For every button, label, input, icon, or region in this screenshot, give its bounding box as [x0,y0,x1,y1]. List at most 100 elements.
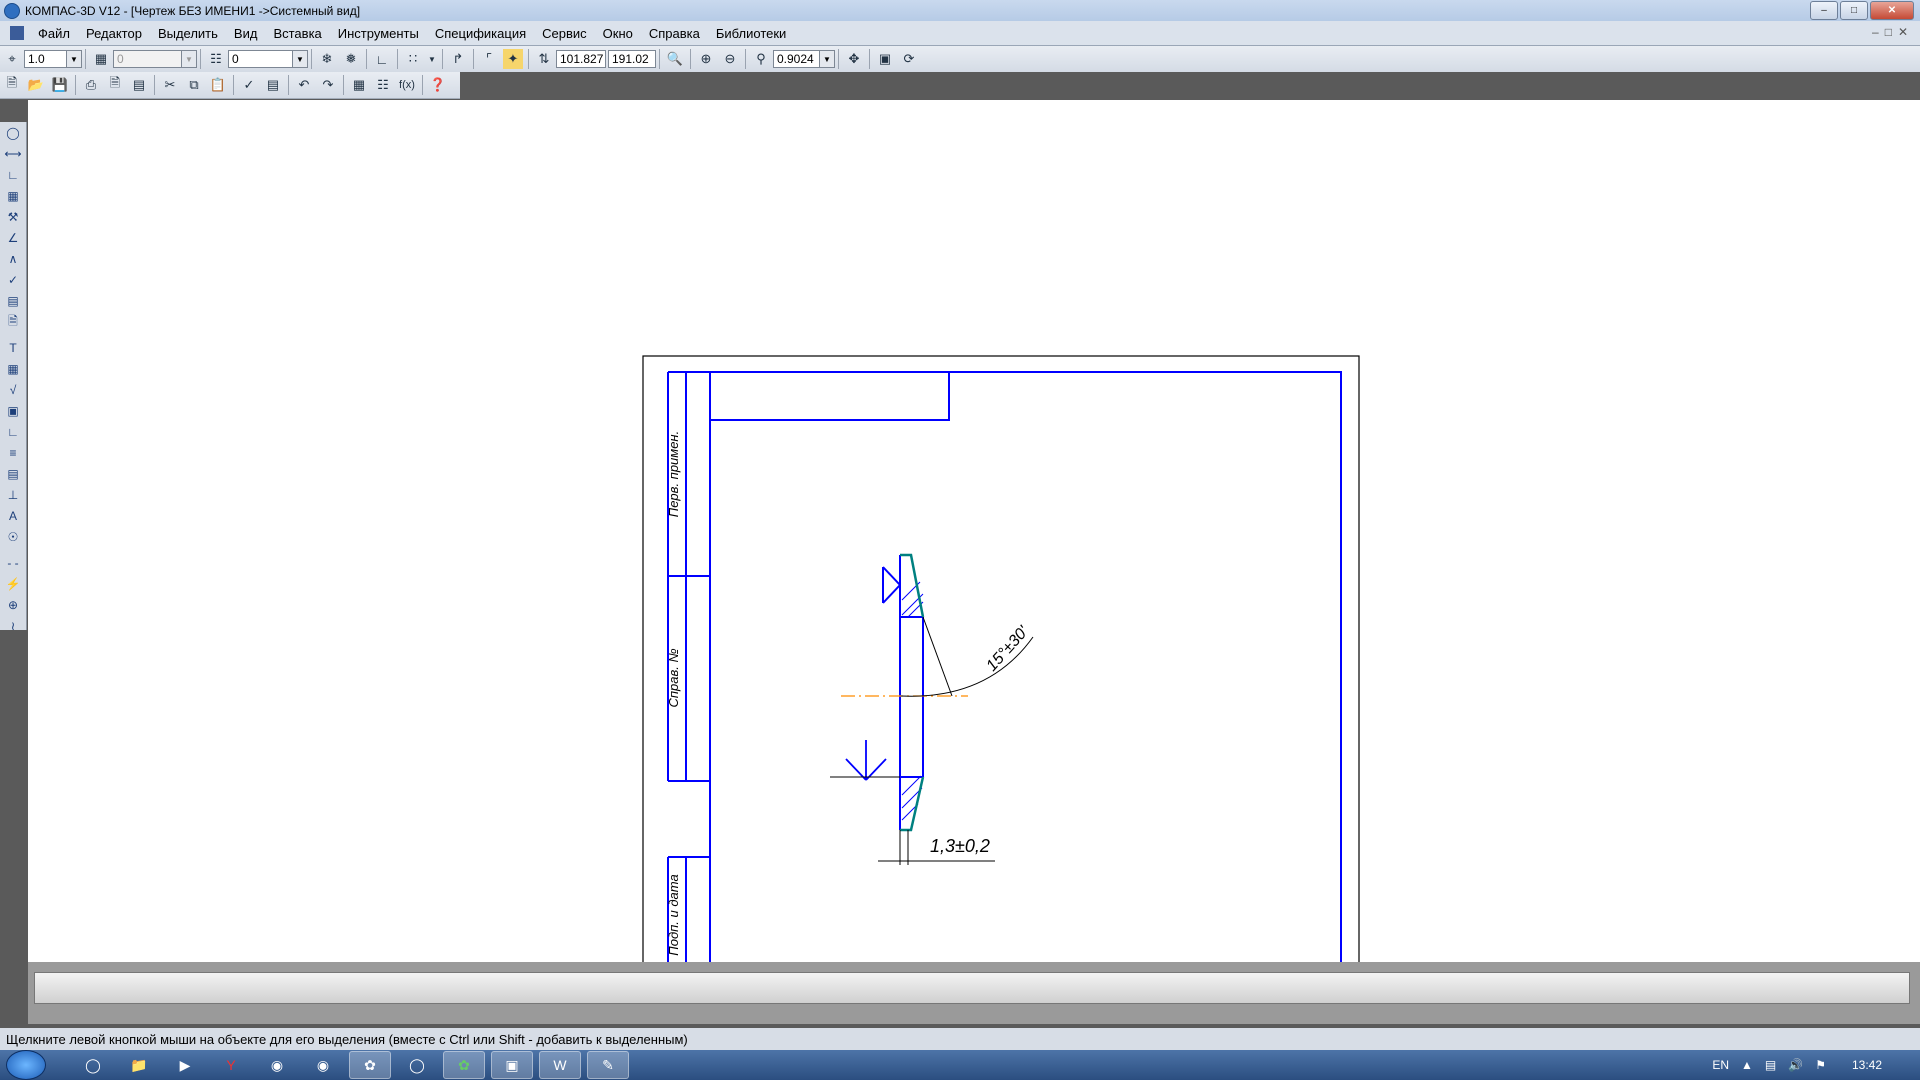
measure-icon[interactable]: ∠ [2,228,24,248]
copy-icon[interactable]: ⧉ [184,75,204,95]
snap-local-icon[interactable]: ❅ [341,49,361,69]
zoom-in-icon[interactable]: ⊕ [696,49,716,69]
target-icon[interactable]: ⊕ [2,595,24,615]
zoom-combo[interactable]: 0.9024 ▼ [773,50,835,68]
manager-icon[interactable]: ▦ [349,75,369,95]
zoom-out-icon[interactable]: ⊖ [720,49,740,69]
word-icon[interactable]: W [539,1051,581,1079]
position-icon[interactable]: ≡ [2,443,24,463]
lightning-icon[interactable]: ⚡ [2,574,24,594]
menu-help[interactable]: Справка [641,26,708,41]
marker-icon[interactable]: ☉ [2,527,24,547]
zoom-scale-icon[interactable]: ⚲ [751,49,771,69]
base-icon[interactable]: ▣ [2,401,24,421]
close-button[interactable]: ✕ [1870,1,1914,20]
library-manager-icon[interactable]: ☷ [373,75,393,95]
scale-combo[interactable]: 1.0 ▼ [24,50,82,68]
pan-icon[interactable]: ✥ [844,49,864,69]
coord-y-field[interactable]: 191.02 [608,50,656,68]
grid-dropdown-icon[interactable]: ▼ [427,49,437,69]
zoom-window-icon[interactable]: 🔍 [665,49,685,69]
help-pointer-icon[interactable]: ❓ [428,75,448,95]
geometry-icon[interactable]: ◯ [2,123,24,143]
green-app-icon[interactable]: ✿ [443,1051,485,1079]
clock[interactable]: 13:42 [1852,1058,1882,1072]
ie-icon[interactable]: ◯ [73,1052,113,1078]
properties-icon[interactable]: ▤ [263,75,283,95]
document-menu-icon[interactable] [10,26,24,40]
leader-icon[interactable]: ∟ [2,422,24,442]
menu-specification[interactable]: Спецификация [427,26,534,41]
print-preview-icon[interactable]: 🗎 [105,75,125,95]
layers-icon[interactable]: ☷ [206,49,226,69]
undo-icon[interactable]: ↶ [294,75,314,95]
preview-icon[interactable]: ▤ [129,75,149,95]
flag-icon[interactable]: ⚑ [1815,1058,1826,1072]
spec-icon[interactable]: ▤ [2,291,24,311]
parametrization-icon[interactable]: ⚒ [2,207,24,227]
dimensions-icon[interactable]: ⟷ [2,144,24,164]
copy-properties-icon[interactable]: ✓ [239,75,259,95]
wave-icon[interactable]: ≀ [2,616,24,636]
paste-icon[interactable]: 📋 [208,75,228,95]
cut-icon[interactable]: ✂ [160,75,180,95]
media-player-icon[interactable]: ▶ [165,1052,205,1078]
language-indicator[interactable]: EN [1712,1058,1729,1072]
kompas-task-icon[interactable]: ✿ [349,1051,391,1079]
table-icon[interactable]: ▦ [2,359,24,379]
network-icon[interactable]: ▤ [1765,1058,1776,1072]
cursor-coords-icon[interactable]: ⇅ [534,49,554,69]
linear-dim-icon[interactable]: ⊥ [2,485,24,505]
menu-window[interactable]: Окно [595,26,641,41]
menu-file[interactable]: Файл [30,26,78,41]
tray-expand-icon[interactable]: ▲ [1741,1058,1753,1072]
variables-icon[interactable]: f(x) [397,75,417,95]
start-button[interactable] [6,1050,46,1080]
show-all-icon[interactable]: ▣ [875,49,895,69]
yandex-icon[interactable]: Y [211,1052,251,1078]
scale-icon[interactable]: ⌖ [2,49,22,69]
save-icon[interactable]: 💾 [50,75,70,95]
associative-views-icon[interactable]: ✓ [2,270,24,290]
tolerance-icon[interactable]: ▤ [2,464,24,484]
volume-icon[interactable]: 🔊 [1788,1058,1803,1072]
grid-icon[interactable]: ∷ [403,49,423,69]
open-icon[interactable]: 📂 [26,75,46,95]
snap-icon[interactable]: ❄ [317,49,337,69]
designations-icon[interactable]: ∟ [2,165,24,185]
text-leader-icon[interactable]: A [2,506,24,526]
text-icon[interactable]: T [2,338,24,358]
window-app-icon[interactable]: ▣ [491,1051,533,1079]
mdi-window-controls[interactable]: –□✕ [1872,25,1914,39]
ortho-mode-icon[interactable]: ⌜ [479,49,499,69]
round-icon[interactable]: ✦ [503,49,523,69]
menu-select[interactable]: Выделить [150,26,226,41]
edit-icon[interactable]: ▦ [2,186,24,206]
ortho-icon[interactable]: ∟ [372,49,392,69]
style-icon[interactable]: ▦ [91,49,111,69]
eraser-app-icon[interactable]: ✎ [587,1051,629,1079]
coord-x-field[interactable]: 101.827 [556,50,606,68]
minimize-button[interactable]: – [1810,1,1838,20]
print-icon[interactable]: ⎙ [81,75,101,95]
menu-editor[interactable]: Редактор [78,26,150,41]
new-document-icon[interactable]: 🗎 [2,75,22,95]
local-cs-icon[interactable]: ↱ [448,49,468,69]
selection-icon[interactable]: ∧ [2,249,24,269]
refresh-icon[interactable]: ⟳ [899,49,919,69]
properties-field[interactable] [34,972,1910,1004]
menu-tools[interactable]: Инструменты [330,26,427,41]
maximize-button[interactable]: □ [1840,1,1868,20]
redo-icon[interactable]: ↷ [318,75,338,95]
firefox-icon[interactable]: ◉ [303,1052,343,1078]
layer-combo[interactable]: 0 ▼ [228,50,308,68]
menu-view[interactable]: Вид [226,26,266,41]
discord-icon[interactable]: ◉ [257,1052,297,1078]
reports-icon[interactable]: 🗎 [2,312,24,332]
menu-insert[interactable]: Вставка [265,26,329,41]
menu-libraries[interactable]: Библиотеки [708,26,794,41]
dash-icon[interactable]: - - [2,553,24,573]
roughness-icon[interactable]: √ [2,380,24,400]
menu-service[interactable]: Сервис [534,26,595,41]
drawing-canvas[interactable]: Перв. примен. Справ. № Подп. и дата 15°±… [28,100,1920,962]
